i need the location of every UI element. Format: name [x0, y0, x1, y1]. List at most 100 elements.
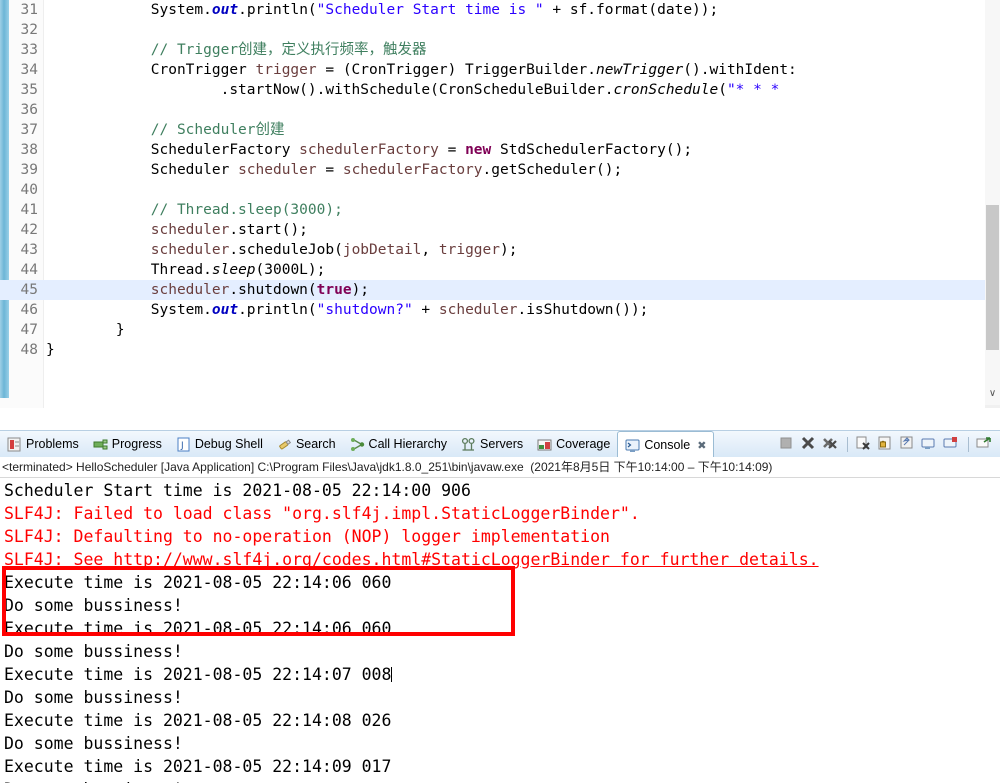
search-icon: [277, 437, 292, 452]
terminate-button[interactable]: [778, 435, 796, 453]
console-line-text: Do some bussiness!: [4, 734, 183, 753]
code-line[interactable]: 43 scheduler.scheduleJob(jobDetail, trig…: [0, 240, 985, 260]
text-caret: [391, 667, 393, 682]
code-token: .startNow().withSchedule(CronScheduleBui…: [46, 82, 614, 98]
code-token: );: [500, 242, 518, 258]
scroll-right-icon[interactable]: ›: [985, 405, 1000, 408]
editor-code-area[interactable]: 31 System.out.println("Scheduler Start t…: [0, 0, 985, 408]
code-token: StdSchedulerFactory();: [491, 142, 693, 158]
code-line[interactable]: 32: [0, 20, 985, 40]
tab-progress[interactable]: Progress: [86, 431, 169, 457]
code-token: CronTrigger: [46, 62, 256, 78]
console-output-line: Do some bussiness!: [0, 686, 1000, 709]
tab-debug-shell[interactable]: J Debug Shell: [169, 431, 270, 457]
code-token: =: [316, 162, 343, 178]
code-token: .shutdown(: [229, 282, 317, 298]
code-token: +: [412, 302, 439, 318]
line-number: 43: [20, 242, 38, 258]
code-line[interactable]: 41 // Thread.sleep(3000);: [0, 200, 985, 220]
console-output-line: Do some bussiness!: [0, 778, 1000, 783]
line-number: 32: [20, 22, 38, 38]
code-line[interactable]: 38 SchedulerFactory schedulerFactory = n…: [0, 140, 985, 160]
tab-console[interactable]: Console ✖: [617, 431, 715, 458]
line-number: 38: [20, 142, 38, 158]
console-view[interactable]: <terminated> HelloScheduler [Java Applic…: [0, 457, 1000, 783]
code-line[interactable]: 48}: [0, 340, 985, 360]
line-number: 47: [20, 322, 38, 338]
line-number: 35: [20, 82, 38, 98]
line-content: }: [46, 320, 125, 340]
line-content: SchedulerFactory schedulerFactory = new …: [46, 140, 692, 160]
debug-shell-icon: J: [176, 437, 191, 452]
code-line[interactable]: 39 Scheduler scheduler = schedulerFactor…: [0, 160, 985, 180]
editor-vertical-scroll-thumb[interactable]: [986, 205, 999, 350]
open-console-button[interactable]: [943, 435, 961, 453]
code-line[interactable]: 45 scheduler.shutdown(true);: [0, 280, 985, 300]
console-output-line: Execute time is 2021-08-05 22:14:06 060: [0, 617, 1000, 640]
view-menu-button[interactable]: [976, 435, 994, 453]
line-number: 44: [20, 262, 38, 278]
console-line-text: SLF4J: Defaulting to no-operation (NOP) …: [4, 527, 610, 546]
code-line[interactable]: 44 Thread.sleep(3000L);: [0, 260, 985, 280]
console-line-text: Execute time is 2021-08-05 22:14:07 008: [4, 665, 392, 684]
code-token: "shutdown?": [316, 302, 413, 318]
code-line[interactable]: 34 CronTrigger trigger = (CronTrigger) T…: [0, 60, 985, 80]
code-token: ().withIdent:: [683, 62, 797, 78]
close-icon[interactable]: ✖: [697, 439, 706, 452]
remove-launch-button[interactable]: [800, 435, 818, 453]
line-content: scheduler.scheduleJob(jobDetail, trigger…: [46, 240, 518, 260]
scroll-down-icon[interactable]: ∨: [985, 385, 1000, 401]
code-token: jobDetail: [342, 242, 422, 258]
tab-servers[interactable]: Servers: [454, 431, 530, 457]
view-tab-bar[interactable]: Problems Progress J Debug Shell Search Call H…: [0, 430, 1000, 458]
tab-label: Problems: [26, 437, 79, 451]
code-line[interactable]: 40: [0, 180, 985, 200]
code-token: = (CronTrigger) TriggerBuilder.: [316, 62, 596, 78]
scroll-lock-button[interactable]: [877, 435, 895, 453]
tab-label: Coverage: [556, 437, 611, 451]
code-line[interactable]: 37 // Scheduler创建: [0, 120, 985, 140]
code-token: .: [203, 2, 212, 18]
code-token: trigger: [438, 242, 500, 258]
code-line[interactable]: 46 System.out.println("shutdown?" + sche…: [0, 300, 985, 320]
code-token: scheduler: [150, 282, 230, 298]
code-token: System: [150, 2, 204, 18]
console-output-line: Do some bussiness!: [0, 640, 1000, 663]
java-editor[interactable]: 31 System.out.println("Scheduler Start t…: [0, 0, 1000, 408]
line-content: // Trigger创建，定义执行频率，触发器: [46, 40, 427, 60]
line-number: 34: [20, 62, 38, 78]
code-line[interactable]: 36: [0, 100, 985, 120]
code-line[interactable]: 33 // Trigger创建，定义执行频率，触发器: [0, 40, 985, 60]
display-selected-console-button[interactable]: [921, 435, 939, 453]
pin-console-button[interactable]: [899, 435, 917, 453]
console-toolbar[interactable]: [778, 435, 1000, 453]
code-token: true: [316, 282, 352, 298]
clear-console-button[interactable]: [855, 435, 873, 453]
line-number: 37: [20, 122, 38, 138]
line-number: 36: [20, 102, 38, 118]
code-token: System.: [46, 302, 212, 318]
tab-search[interactable]: Search: [270, 431, 343, 457]
editor-vertical-scrollbar[interactable]: ∨ ›: [985, 0, 1000, 408]
tab-coverage[interactable]: Coverage: [530, 431, 617, 457]
console-output-line: Execute time is 2021-08-05 22:14:09 017: [0, 755, 1000, 778]
call-hierarchy-icon: [350, 437, 365, 452]
code-token: scheduler: [238, 162, 317, 178]
code-token: }: [46, 322, 125, 338]
code-token: // Scheduler创建: [46, 122, 285, 138]
tab-label: Progress: [111, 437, 162, 451]
console-output[interactable]: Scheduler Start time is 2021-08-05 22:14…: [0, 479, 1000, 783]
console-line-text: Do some bussiness!: [4, 688, 183, 707]
tab-call-hierarchy[interactable]: Call Hierarchy: [343, 431, 455, 457]
code-line[interactable]: 31 System.out.println("Scheduler Start t…: [0, 0, 985, 20]
tab-problems[interactable]: Problems: [0, 431, 86, 457]
tab-label: Debug Shell: [194, 437, 263, 451]
console-output-line: SLF4J: See http://www.slf4j.org/codes.ht…: [0, 548, 1000, 571]
code-line[interactable]: 35 .startNow().withSchedule(CronSchedule…: [0, 80, 985, 100]
console-line-text: Execute time is 2021-08-05 22:14:09 017: [4, 757, 392, 776]
line-number: 46: [20, 302, 38, 318]
code-token: newTrigger: [595, 62, 684, 78]
code-line[interactable]: 47 }: [0, 320, 985, 340]
remove-all-terminated-button[interactable]: [822, 435, 840, 453]
code-line[interactable]: 42 scheduler.start();: [0, 220, 985, 240]
